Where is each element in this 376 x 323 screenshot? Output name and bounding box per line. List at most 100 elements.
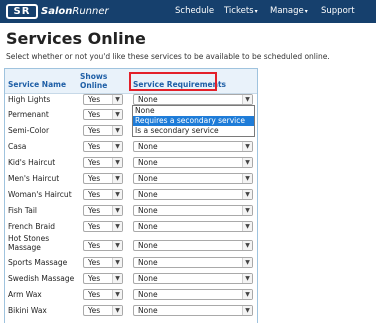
shows-online-select[interactable]: Yes ▼ <box>83 189 123 200</box>
dropdown-option-is-secondary[interactable]: Is a secondary service <box>133 126 254 136</box>
shows-online-value: Yes <box>88 126 101 135</box>
service-name: Woman's Haircut <box>8 190 72 199</box>
service-requirement-value: None <box>138 142 158 151</box>
shows-online-select[interactable]: Yes ▼ <box>83 173 123 184</box>
top-navbar: SR SalonRunner Schedule Tickets▾ Manage▾… <box>0 0 376 23</box>
shows-online-value: Yes <box>88 95 101 104</box>
service-requirement-select[interactable]: None ▼ <box>133 189 253 200</box>
service-name: Sports Massage <box>8 258 68 267</box>
nav-tickets[interactable]: Tickets▾ <box>224 6 258 16</box>
chevron-down-icon: ▼ <box>112 174 122 183</box>
logo-name: SalonRunner <box>41 6 109 17</box>
chevron-down-icon: ▼ <box>242 158 252 167</box>
nav-manage-label: Manage <box>270 6 304 16</box>
shows-online-select[interactable]: Yes ▼ <box>83 257 123 268</box>
nav-tickets-label: Tickets <box>224 6 254 16</box>
shows-online-value: Yes <box>88 290 101 299</box>
shows-online-value: Yes <box>88 142 101 151</box>
chevron-down-icon: ▼ <box>242 206 252 215</box>
shows-online-value: Yes <box>88 222 101 231</box>
service-requirement-value: None <box>138 158 158 167</box>
header-service-name: Service Name <box>8 80 67 89</box>
chevron-down-icon: ▼ <box>242 190 252 199</box>
service-requirement-value: None <box>138 290 158 299</box>
shows-online-select[interactable]: Yes ▼ <box>83 221 123 232</box>
service-requirement-select[interactable]: None ▼ <box>133 205 253 216</box>
service-name: Hot Stones Massage <box>8 234 50 252</box>
service-requirement-select[interactable]: None ▼ <box>133 257 253 268</box>
shows-online-value: Yes <box>88 274 101 283</box>
service-requirement-value: None <box>138 306 158 315</box>
nav-manage[interactable]: Manage▾ <box>270 6 308 16</box>
shows-online-value: Yes <box>88 258 101 267</box>
chevron-down-icon: ▼ <box>112 241 122 250</box>
shows-online-value: Yes <box>88 190 101 199</box>
shows-online-select[interactable]: Yes ▼ <box>83 273 123 284</box>
service-name: Arm Wax <box>8 290 42 299</box>
chevron-down-icon: ▼ <box>242 290 252 299</box>
service-name: Casa <box>8 142 27 151</box>
chevron-down-icon: ▼ <box>112 95 122 104</box>
chevron-down-icon: ▼ <box>242 95 252 104</box>
shows-online-select[interactable]: Yes ▼ <box>83 205 123 216</box>
service-requirement-select[interactable]: None ▼ <box>133 289 253 300</box>
dropdown-option-requires-secondary[interactable]: Requires a secondary service <box>133 116 254 126</box>
chevron-down-icon: ▾ <box>254 8 258 15</box>
shows-online-value: Yes <box>88 206 101 215</box>
dropdown-option-none[interactable]: None <box>133 106 254 116</box>
service-requirements-dropdown: None Requires a secondary service Is a s… <box>132 105 255 137</box>
shows-online-select[interactable]: Yes ▼ <box>83 305 123 316</box>
page-subtitle: Select whether or not you'd like these s… <box>6 52 330 61</box>
service-name: Kid's Haircut <box>8 158 56 167</box>
nav-support[interactable]: Support <box>321 6 355 16</box>
shows-online-value: Yes <box>88 241 101 250</box>
shows-online-select[interactable]: Yes ▼ <box>83 289 123 300</box>
service-requirement-select[interactable]: None ▼ <box>133 305 253 316</box>
service-requirement-value: None <box>138 206 158 215</box>
salonrunner-logo[interactable]: SR SalonRunner <box>6 3 109 20</box>
shows-online-select[interactable]: Yes ▼ <box>83 157 123 168</box>
nav-support-label: Support <box>321 6 355 16</box>
nav-schedule[interactable]: Schedule <box>175 6 214 16</box>
chevron-down-icon: ▼ <box>112 126 122 135</box>
service-requirement-value: None <box>138 95 158 104</box>
service-name: Semi-Color <box>8 126 50 135</box>
chevron-down-icon: ▼ <box>242 274 252 283</box>
chevron-down-icon: ▼ <box>112 142 122 151</box>
shows-online-select[interactable]: Yes ▼ <box>83 125 123 136</box>
service-name: Swedish Massage <box>8 274 75 283</box>
chevron-down-icon: ▼ <box>242 222 252 231</box>
shows-online-select[interactable]: Yes ▼ <box>83 240 123 251</box>
service-name: Permenant <box>8 110 49 119</box>
service-requirement-select[interactable]: None ▼ <box>133 221 253 232</box>
service-requirement-select[interactable]: None ▼ <box>133 157 253 168</box>
chevron-down-icon: ▼ <box>242 258 252 267</box>
chevron-down-icon: ▼ <box>112 290 122 299</box>
service-name: High Lights <box>8 95 51 104</box>
service-requirement-select[interactable]: None ▼ <box>133 173 253 184</box>
chevron-down-icon: ▼ <box>112 190 122 199</box>
chevron-down-icon: ▼ <box>112 110 122 119</box>
shows-online-select[interactable]: Yes ▼ <box>83 94 123 105</box>
logo-name-bold: Salon <box>41 6 73 17</box>
service-name: Men's Haircut <box>8 174 60 183</box>
service-requirement-value: None <box>138 222 158 231</box>
chevron-down-icon: ▼ <box>112 306 122 315</box>
service-requirement-select[interactable]: None ▼ <box>133 273 253 284</box>
logo-mark: SR <box>6 4 38 19</box>
chevron-down-icon: ▼ <box>112 258 122 267</box>
nav-schedule-label: Schedule <box>175 6 215 16</box>
service-requirement-select[interactable]: None ▼ <box>133 141 253 152</box>
table-header: Service Name Shows Online Service Requir… <box>5 69 257 94</box>
highlight-box <box>129 72 217 91</box>
chevron-down-icon: ▼ <box>242 306 252 315</box>
shows-online-select[interactable]: Yes ▼ <box>83 141 123 152</box>
service-requirement-value: None <box>138 241 158 250</box>
chevron-down-icon: ▼ <box>112 274 122 283</box>
shows-online-select[interactable]: Yes ▼ <box>83 109 123 120</box>
service-requirement-select[interactable]: None ▼ <box>133 94 253 105</box>
chevron-down-icon: ▼ <box>112 222 122 231</box>
shows-online-value: Yes <box>88 306 101 315</box>
service-name: Bikini Wax <box>8 306 47 315</box>
service-requirement-select[interactable]: None ▼ <box>133 240 253 251</box>
